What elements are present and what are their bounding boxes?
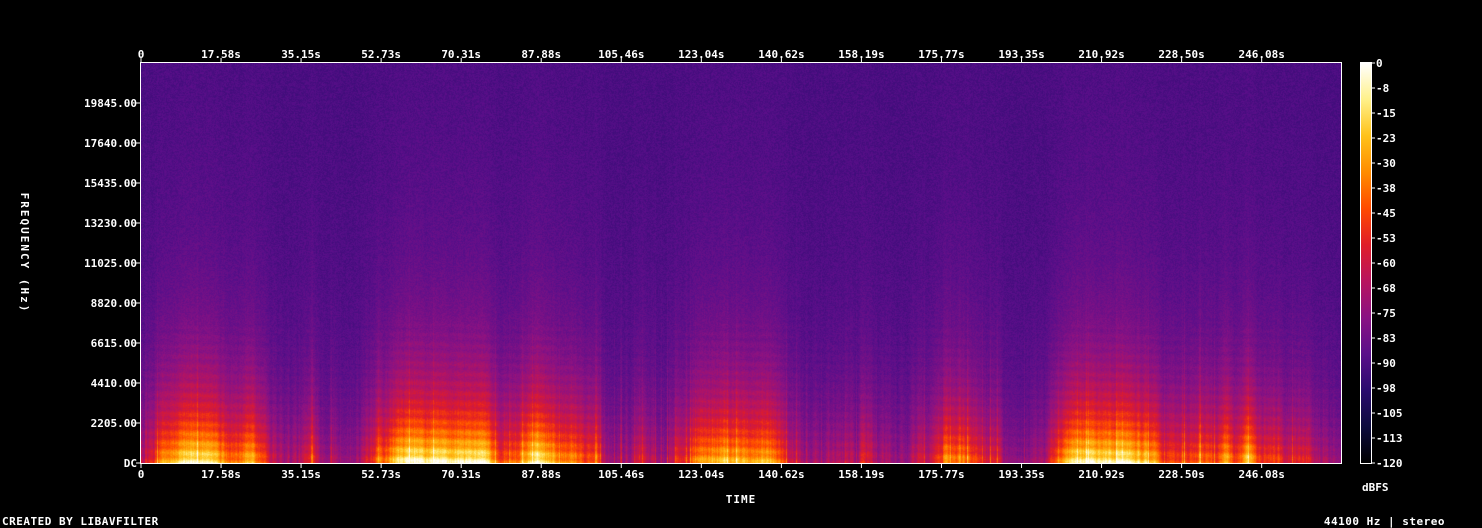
colorbar-tick-label: 0	[1376, 57, 1383, 70]
x-tick-label-top: 210.92s	[1078, 48, 1124, 61]
colorbar-tick-label: -113	[1376, 432, 1403, 445]
y-tick-label: 13230.00	[84, 217, 137, 230]
x-tick-label-top: 0	[138, 48, 145, 61]
x-tick-label-top: 52.73s	[361, 48, 401, 61]
colorbar-tick-label: -45	[1376, 207, 1396, 220]
colorbar	[1361, 63, 1371, 463]
x-tick-label-top: 228.50s	[1158, 48, 1204, 61]
x-tick-label-bottom: 87.88s	[521, 468, 561, 481]
colorbar-tick-label: -105	[1376, 407, 1403, 420]
x-tick-label-top: 193.35s	[998, 48, 1044, 61]
x-tick-label-bottom: 158.19s	[838, 468, 884, 481]
x-tick-label-top: 140.62s	[758, 48, 804, 61]
y-tick-label: 8820.00	[91, 297, 137, 310]
y-tick-label: 11025.00	[84, 257, 137, 270]
x-tick-label-top: 246.08s	[1238, 48, 1284, 61]
x-tick-label-bottom: 210.92s	[1078, 468, 1124, 481]
y-tick-label: 15435.00	[84, 177, 137, 190]
colorbar-tick-label: -75	[1376, 307, 1396, 320]
colorbar-tick-label: -60	[1376, 257, 1396, 270]
x-tick-label-top: 105.46s	[598, 48, 644, 61]
x-tick-label-bottom: 0	[138, 468, 145, 481]
x-tick-label-bottom: 35.15s	[281, 468, 321, 481]
colorbar-tick-label: -98	[1376, 382, 1396, 395]
y-tick-label: 4410.00	[91, 377, 137, 390]
x-tick-label-bottom: 193.35s	[998, 468, 1044, 481]
x-tick-label-top: 175.77s	[918, 48, 964, 61]
x-tick-label-bottom: 246.08s	[1238, 468, 1284, 481]
x-tick-label-top: 158.19s	[838, 48, 884, 61]
x-tick-label-bottom: 228.50s	[1158, 468, 1204, 481]
x-tick-label-top: 87.88s	[521, 48, 561, 61]
colorbar-tick-label: -68	[1376, 282, 1396, 295]
x-tick-label-top: 35.15s	[281, 48, 321, 61]
x-tick-label-bottom: 140.62s	[758, 468, 804, 481]
x-tick-label-bottom: 52.73s	[361, 468, 401, 481]
colorbar-tick-label: -30	[1376, 157, 1396, 170]
y-axis-label: FREQUENCY (Hz)	[18, 193, 31, 314]
y-tick-label: 6615.00	[91, 337, 137, 350]
x-tick-label-top: 70.31s	[441, 48, 481, 61]
x-tick-label-bottom: 17.58s	[201, 468, 241, 481]
y-tick-label: DC	[124, 457, 137, 470]
colorbar-tick-label: -15	[1376, 107, 1396, 120]
footer-credit: CREATED BY LIBAVFILTER	[2, 515, 159, 528]
colorbar-tick-label: -53	[1376, 232, 1396, 245]
colorbar-label: dBFS	[1362, 481, 1389, 494]
spectrogram-heatmap	[141, 63, 1341, 463]
x-tick-label-top: 17.58s	[201, 48, 241, 61]
x-axis-label: TIME	[726, 493, 757, 506]
x-tick-label-bottom: 105.46s	[598, 468, 644, 481]
footer-sample-rate: 44100 Hz | stereo	[1323, 515, 1445, 528]
colorbar-tick-label: -23	[1376, 132, 1396, 145]
x-tick-label-top: 123.04s	[678, 48, 724, 61]
y-tick-label: 2205.00	[91, 417, 137, 430]
x-tick-label-bottom: 70.31s	[441, 468, 481, 481]
x-tick-label-bottom: 175.77s	[918, 468, 964, 481]
colorbar-tick-label: -90	[1376, 357, 1396, 370]
colorbar-tick-label: -8	[1376, 82, 1389, 95]
x-tick-label-bottom: 123.04s	[678, 468, 724, 481]
colorbar-tick-label: -38	[1376, 182, 1396, 195]
y-tick-label: 19845.00	[84, 97, 137, 110]
colorbar-tick-label: -83	[1376, 332, 1396, 345]
y-tick-label: 17640.00	[84, 137, 137, 150]
colorbar-tick-label: -120	[1376, 457, 1403, 470]
spectrogram-chart: 0 0 17.58s 17.58s 35.15s 35.15s 52.73s 52.73s 70…	[18, 48, 1403, 506]
